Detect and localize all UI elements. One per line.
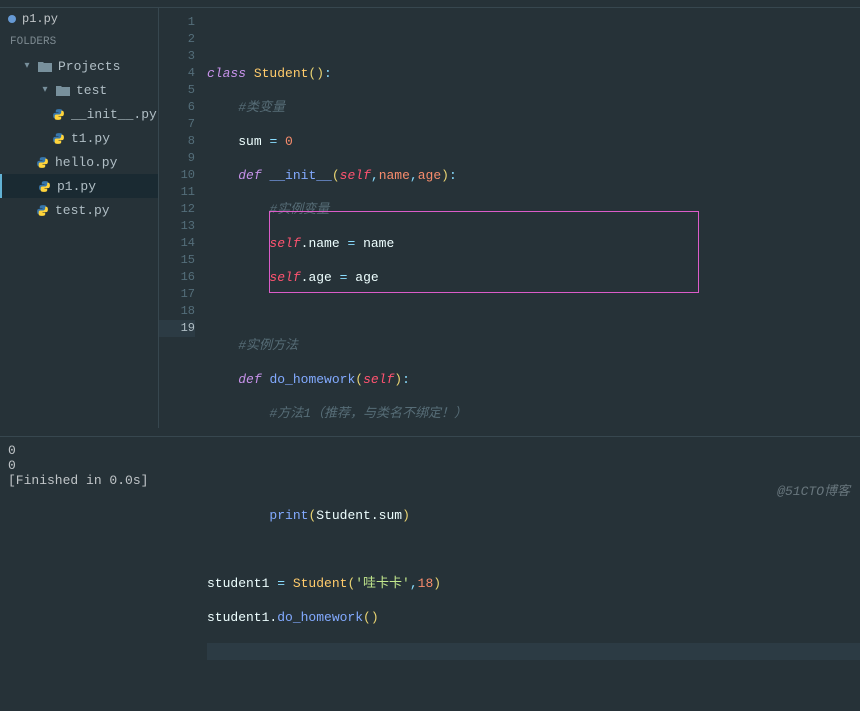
- folder-icon: [38, 61, 52, 72]
- python-icon: [52, 108, 65, 121]
- chevron-down-icon: ▾: [40, 84, 50, 96]
- tree-label: t1.py: [71, 131, 110, 146]
- watermark: @51CTO博客: [777, 480, 850, 499]
- tree-item-test[interactable]: ▾ test: [0, 78, 158, 102]
- chevron-down-icon: ▾: [22, 60, 32, 72]
- open-tab[interactable]: p1.py: [0, 8, 158, 30]
- python-icon: [38, 180, 51, 193]
- code-area[interactable]: class Student(): #类变量 sum = 0 def __init…: [207, 12, 860, 428]
- folder-icon: [56, 85, 70, 96]
- file-tree: ▾ Projects ▾ test __init__.py t1.py hello.py p1…: [0, 54, 158, 222]
- sidebar: p1.py FOLDERS ▾ Projects ▾ test __init__.pyt…: [0, 8, 159, 428]
- code-editor[interactable]: 12345678910111213141516171819 class Stud…: [159, 8, 860, 428]
- open-tab-label: p1.py: [22, 12, 58, 26]
- folders-header: FOLDERS: [0, 30, 158, 54]
- output-panel: 0 0 [Finished in 0.0s]: [0, 436, 860, 505]
- tree-item-__init__-py[interactable]: __init__.py: [0, 102, 158, 126]
- python-icon: [36, 204, 49, 217]
- modified-dot-icon: [8, 15, 16, 23]
- tree-label: Projects: [58, 59, 120, 74]
- tree-item-p1-py[interactable]: p1.py: [0, 174, 158, 198]
- tree-item-t1-py[interactable]: t1.py: [0, 126, 158, 150]
- tree-label: hello.py: [55, 155, 117, 170]
- tree-item-Projects[interactable]: ▾ Projects: [0, 54, 158, 78]
- tree-item-test-py[interactable]: test.py: [0, 198, 158, 222]
- tree-label: p1.py: [57, 179, 96, 194]
- tree-item-hello-py[interactable]: hello.py: [0, 150, 158, 174]
- python-icon: [36, 156, 49, 169]
- tree-label: test.py: [55, 203, 110, 218]
- tab-bar: [0, 0, 860, 8]
- line-gutter: 12345678910111213141516171819: [159, 12, 207, 428]
- tree-label: __init__.py: [71, 107, 157, 122]
- python-icon: [52, 132, 65, 145]
- tree-label: test: [76, 83, 107, 98]
